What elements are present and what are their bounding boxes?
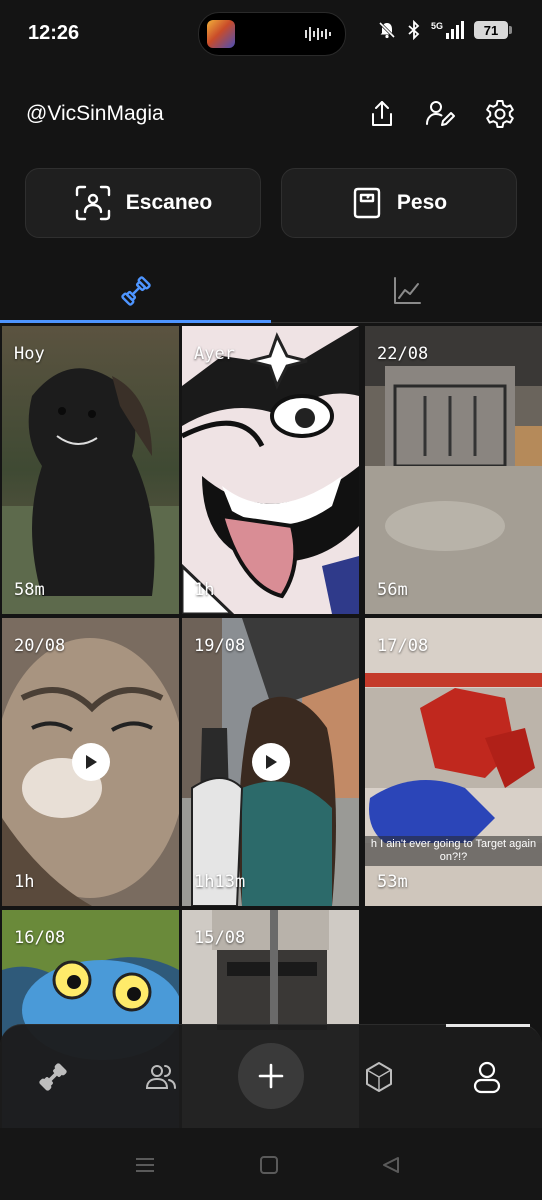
nav-social[interactable] [136, 1055, 186, 1099]
tile-duration: 53m [377, 872, 408, 892]
system-nav-bar [0, 1128, 542, 1200]
tab-stats[interactable] [271, 262, 542, 320]
tile-date: Hoy [14, 344, 45, 364]
tile-duration: 58m [14, 580, 45, 600]
username: @VicSinMagia [26, 102, 164, 125]
tile-caption: h I ain't ever going to Target again on?… [365, 836, 542, 866]
scale-icon [353, 187, 381, 219]
now-playing-app-icon [207, 20, 235, 48]
tile-date: 17/08 [377, 636, 429, 656]
tile-duration: 1h [14, 872, 35, 892]
workout-tile[interactable]: Hoy 58m [2, 326, 179, 614]
status-icons: 5G 71 [377, 20, 512, 40]
recents-icon[interactable] [132, 1154, 158, 1176]
profile-icon [473, 1061, 501, 1094]
status-bar: 12:26 5G 71 [0, 0, 542, 66]
audio-wave-icon [305, 27, 331, 41]
battery-indicator: 71 [474, 21, 512, 39]
workout-tile[interactable]: 19/08 1h13m [182, 618, 359, 906]
edit-profile-icon[interactable] [422, 96, 458, 132]
workout-tile[interactable]: 22/08 56m [365, 326, 542, 614]
tab-workouts[interactable] [0, 262, 271, 320]
gear-icon[interactable] [482, 96, 518, 132]
nav-profile[interactable] [462, 1055, 512, 1099]
line-chart-icon [393, 277, 421, 304]
scan-label: Escaneo [125, 191, 213, 214]
dumbbell-icon [39, 1063, 67, 1091]
tile-date: 20/08 [14, 636, 66, 656]
hexagon-icon [366, 1062, 392, 1092]
back-icon[interactable] [378, 1154, 404, 1176]
network-type: 5G [430, 21, 443, 31]
tile-date: 22/08 [377, 344, 429, 364]
tile-date: 19/08 [194, 636, 246, 656]
nav-explore[interactable] [354, 1055, 404, 1099]
scan-button[interactable]: Escaneo [25, 168, 261, 238]
add-workout-button[interactable] [238, 1043, 304, 1109]
cartoon-photo [182, 326, 359, 614]
tile-duration: 1h [194, 580, 215, 600]
plus-icon [258, 1063, 284, 1089]
play-icon[interactable] [71, 743, 110, 781]
tile-duration: 56m [377, 580, 408, 600]
play-icon[interactable] [251, 743, 290, 781]
bell-muted-icon [378, 21, 396, 39]
workout-tile[interactable]: Ayer 1h [182, 326, 359, 614]
bluetooth-icon [408, 20, 420, 40]
workout-tile[interactable]: 20/08 1h [2, 618, 179, 906]
share-icon[interactable] [364, 96, 400, 132]
bottom-nav [0, 1024, 542, 1129]
dog-photo [2, 326, 179, 614]
gym-photo [365, 326, 542, 614]
tile-date: 16/08 [14, 928, 66, 948]
nav-active-indicator [446, 1024, 530, 1027]
tile-date: Ayer [194, 344, 235, 364]
tab-active-indicator [0, 320, 271, 323]
home-icon[interactable] [256, 1154, 282, 1176]
signal-icon: 5G [431, 21, 464, 39]
nav-workouts[interactable] [28, 1055, 78, 1099]
workout-tile[interactable]: 17/08 h I ain't ever going to Target aga… [365, 618, 542, 906]
status-time: 12:26 [28, 22, 80, 44]
dumbbell-icon [120, 276, 151, 306]
people-icon [145, 1065, 176, 1089]
scan-icon [75, 185, 110, 221]
tile-duration: 1h13m [194, 872, 246, 892]
tile-date: 15/08 [194, 928, 246, 948]
weight-label: Peso [396, 191, 448, 214]
dynamic-island[interactable] [198, 12, 346, 56]
weight-button[interactable]: Peso [281, 168, 517, 238]
